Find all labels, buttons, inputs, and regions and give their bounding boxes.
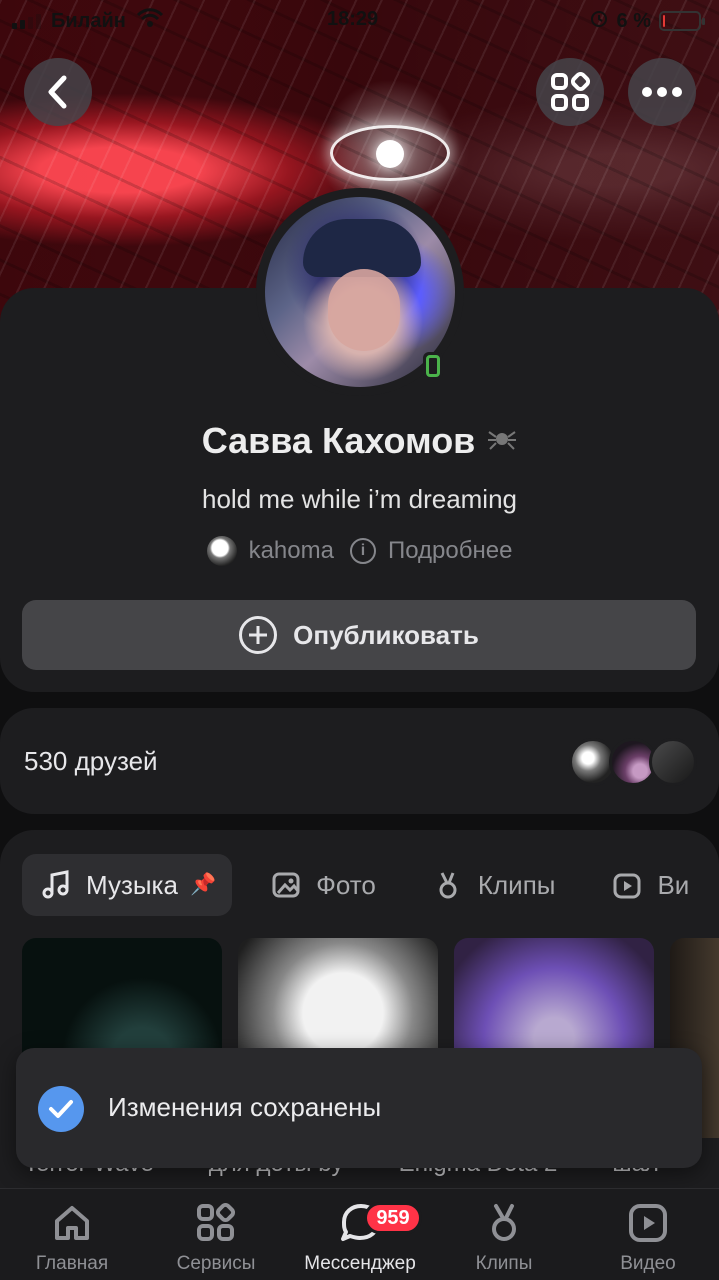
publish-label: Опубликовать — [293, 619, 479, 650]
apps-grid-icon — [551, 71, 591, 111]
video-icon — [613, 873, 641, 899]
cover-eye-graphic — [330, 125, 450, 181]
nav-video[interactable]: Видео — [578, 1199, 718, 1275]
media-tabs: Музыка 📌 Фото Клипы Ви — [22, 854, 719, 916]
tab-label: Музыка — [86, 869, 178, 900]
details-link[interactable]: i Подробнее — [349, 537, 513, 565]
friend-avatar-stack — [569, 738, 697, 786]
status-left: Билайн — [12, 8, 164, 34]
friend-avatar — [649, 738, 697, 786]
carrier-label: Билайн — [51, 9, 126, 32]
nav-messenger[interactable]: 959 Мессенджер — [290, 1199, 430, 1275]
clips-icon — [439, 872, 457, 899]
nav-label: Мессенджер — [304, 1253, 416, 1274]
services-icon — [192, 1199, 240, 1247]
profile-meta: kahoma i Подробнее — [0, 536, 719, 566]
profile-name: Савва Кахомов — [201, 420, 476, 461]
clips-icon — [480, 1199, 528, 1247]
tab-clips[interactable]: Клипы — [414, 854, 574, 916]
tab-music[interactable]: Музыка 📌 — [22, 854, 233, 916]
more-button[interactable] — [628, 58, 696, 126]
username: kahoma — [248, 537, 334, 564]
nav-label: Клипы — [475, 1253, 533, 1274]
profile-name-row: Савва Кахомов — [0, 420, 719, 462]
video-icon — [624, 1199, 672, 1247]
friends-count: 530 друзей — [24, 746, 158, 776]
toast-message: Изменения сохранены — [108, 1092, 382, 1122]
profile-status: hold me while i’m dreaming — [201, 484, 518, 514]
saved-toast: Изменения сохранены — [16, 1048, 702, 1168]
online-mobile-icon — [423, 352, 443, 380]
status-bar: Билайн 18:29 6 % — [0, 0, 719, 40]
nav-label: Видео — [620, 1253, 676, 1274]
nav-label: Сервисы — [176, 1253, 256, 1274]
wifi-icon — [136, 8, 164, 34]
apps-button[interactable] — [536, 58, 604, 126]
alarm-icon — [589, 8, 609, 34]
friends-card[interactable]: 530 друзей — [0, 708, 719, 814]
home-icon — [48, 1199, 96, 1247]
signal-icon — [12, 13, 41, 29]
chevron-left-icon — [48, 75, 67, 109]
tab-video[interactable]: Ви — [593, 854, 707, 916]
photo-icon — [272, 872, 300, 898]
info-icon: i — [349, 538, 376, 564]
spider-icon — [487, 424, 517, 459]
username-avatar — [206, 536, 237, 566]
pin-icon: 📌 — [189, 873, 217, 896]
nav-clips[interactable]: Клипы — [434, 1199, 574, 1275]
back-button[interactable] — [24, 58, 92, 126]
plus-circle-icon — [239, 616, 278, 654]
tab-label: Клипы — [477, 869, 556, 900]
details-label: Подробнее — [387, 537, 513, 564]
tab-photo[interactable]: Фото — [252, 854, 394, 916]
battery-icon — [659, 11, 705, 31]
publish-button[interactable]: Опубликовать — [22, 600, 696, 670]
tab-label: Ви — [657, 869, 690, 900]
nav-label: Главная — [35, 1253, 109, 1274]
nav-services[interactable]: Сервисы — [146, 1199, 286, 1275]
check-icon — [38, 1086, 84, 1132]
bottom-navigation: Главная Сервисы 959 Мессенджер Клипы Вид… — [0, 1188, 719, 1280]
nav-home[interactable]: Главная — [2, 1199, 142, 1275]
status-right: 6 % — [589, 8, 705, 34]
battery-percent: 6 % — [616, 9, 651, 32]
messenger-badge: 959 — [364, 1202, 422, 1234]
status-time: 18:29 — [327, 8, 379, 30]
more-dots-icon — [642, 87, 682, 97]
tab-label: Фото — [316, 869, 376, 900]
music-icon — [42, 870, 69, 899]
username-link[interactable]: kahoma — [206, 536, 334, 566]
